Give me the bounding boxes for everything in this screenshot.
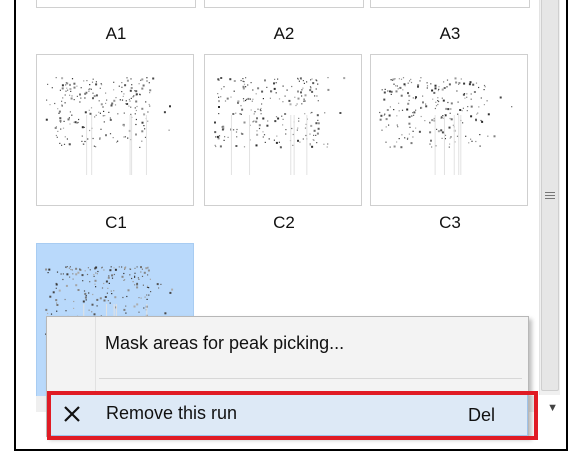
thumbnail-a1-edge[interactable] <box>36 0 196 8</box>
thumbnail-label-a3: A3 <box>439 24 461 43</box>
thumbnail-plot <box>214 77 346 175</box>
scroll-down-arrow-icon[interactable]: ▼ <box>547 402 558 414</box>
scroll-grip-line <box>545 192 555 193</box>
scroll-grip-line <box>545 195 555 196</box>
thumbnail-plot <box>45 77 171 175</box>
thumbnail-label-a2: A2 <box>273 24 295 43</box>
run-thumbnail-c1[interactable] <box>36 54 194 206</box>
thumbnail-label-c3: C3 <box>439 213 461 232</box>
thumbnail-label-a1: A1 <box>105 24 127 43</box>
vertical-scrollbar[interactable] <box>539 0 560 395</box>
menu-separator <box>99 378 522 379</box>
thumbnail-plot <box>379 77 513 175</box>
scrollbar-thumb[interactable] <box>541 0 559 391</box>
scroll-grip-line <box>545 198 555 199</box>
thumbnail-label-c1: C1 <box>105 213 127 232</box>
annotation-highlight-box <box>47 391 538 440</box>
thumbnail-a2-edge[interactable] <box>204 0 364 8</box>
menu-item-label: Mask areas for peak picking... <box>105 333 345 353</box>
run-thumbnail-c3[interactable] <box>370 54 528 206</box>
thumbnail-a3-edge[interactable] <box>370 0 530 8</box>
menu-item-mask-areas[interactable]: Mask areas for peak picking... <box>47 323 528 367</box>
run-thumbnail-c2[interactable] <box>204 54 362 206</box>
thumbnail-label-c2: C2 <box>273 213 295 232</box>
